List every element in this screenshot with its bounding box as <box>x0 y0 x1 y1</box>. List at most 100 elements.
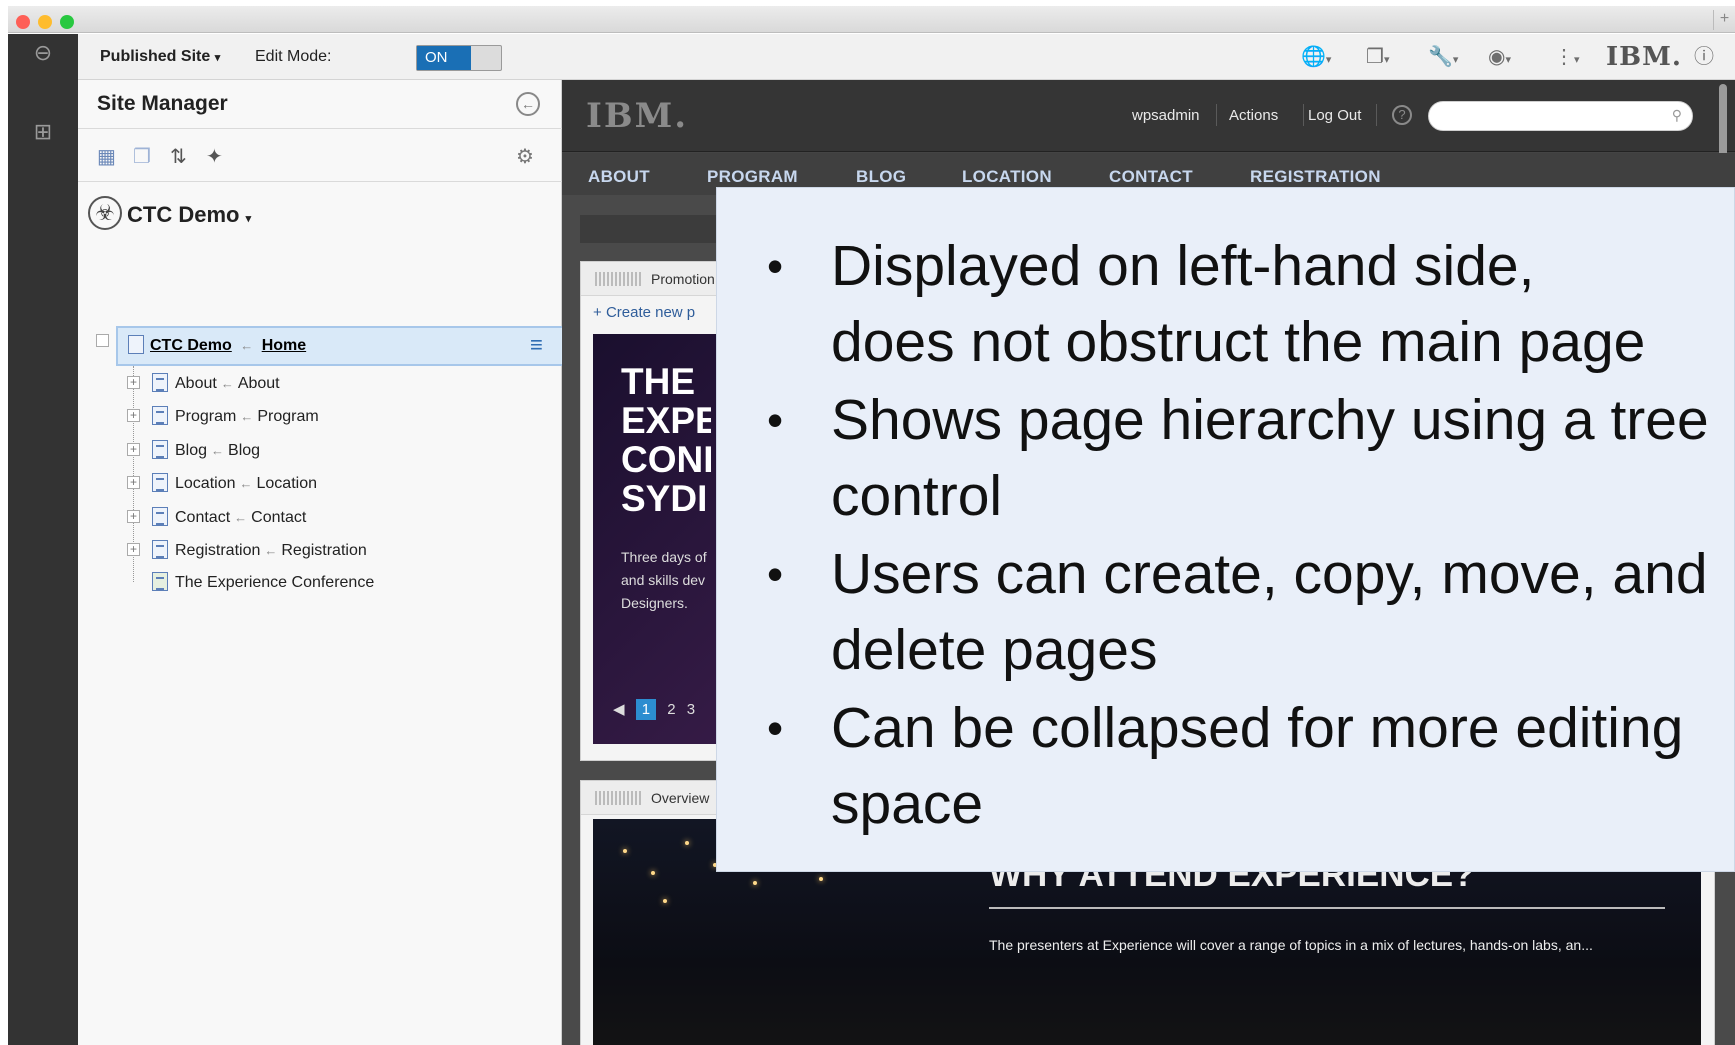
pager-item[interactable]: 3 <box>687 701 695 718</box>
carousel-pager: ◀ 1 2 3 <box>613 699 702 720</box>
pager-item[interactable]: 1 <box>635 699 657 720</box>
callout-bullet: Shows page hierarchy using a tree contro… <box>753 382 1734 534</box>
tree-item-experience-conference[interactable]: The Experience Conference <box>78 568 562 598</box>
site-manager-panel: Site Manager ← ▦ ❐ ⇅ ✦ ⚙ ☣ CTC Demo ▾ CT… <box>78 80 562 1045</box>
site-globe-icon: ☣ <box>88 196 122 230</box>
page-icon <box>152 507 168 526</box>
expand-icon[interactable]: + <box>127 443 140 456</box>
nav-location[interactable]: LOCATION <box>962 167 1052 187</box>
pages-icon[interactable]: ❐▾ <box>1366 44 1389 70</box>
chevron-down-icon: ▾ <box>214 52 221 64</box>
new-tab-button[interactable]: + <box>1713 10 1735 30</box>
collapse-panel-icon[interactable]: ← <box>516 92 540 116</box>
drag-handle-icon[interactable] <box>595 791 643 805</box>
ibm-logo: IBM. <box>1606 42 1682 72</box>
page-icon <box>152 406 168 425</box>
preview-search-input[interactable]: ⚲ <box>1428 101 1693 131</box>
wrench-icon[interactable]: 🔧▾ <box>1428 44 1458 70</box>
hero-title: THE EXPE CONI SYDI <box>621 362 711 518</box>
expand-icon[interactable]: + <box>127 409 140 422</box>
hero-subtitle: Three days of and skills dev Designers. <box>621 549 707 611</box>
arrow-left-icon: ← <box>240 338 254 353</box>
menu-icon[interactable]: ≡ <box>530 334 543 356</box>
pager-item[interactable]: 2 <box>667 701 675 718</box>
new-page-icon[interactable]: ▦ <box>97 144 116 169</box>
tree-item-label: Contact ← Contact <box>175 509 307 526</box>
page-icon <box>152 540 168 559</box>
tree-item-home[interactable]: CTC Demo ← Home ≡ <box>96 326 562 366</box>
edit-mode-state: ON <box>417 46 471 70</box>
tree-item-label: Location ← Location <box>175 475 317 492</box>
portlet-title: Overview <box>651 790 710 806</box>
edit-mode-label: Edit Mode: <box>255 48 332 65</box>
expand-icon[interactable]: + <box>127 376 140 389</box>
tree-item-label: About ← About <box>175 375 280 392</box>
nav-program[interactable]: PROGRAM <box>707 167 798 187</box>
back-circle-icon[interactable]: ⊖ <box>30 41 56 67</box>
heading-rule <box>989 907 1665 909</box>
move-page-icon[interactable]: ⇅ <box>170 144 187 169</box>
preview-ibm-logo: IBM. <box>586 96 689 136</box>
city-light <box>753 881 757 885</box>
site-name-dropdown[interactable]: CTC Demo ▾ <box>127 202 251 228</box>
callout-bullet: Users can create, copy, move, and delete… <box>753 536 1734 688</box>
page-icon <box>152 440 168 459</box>
collapse-tree-icon[interactable] <box>96 334 109 347</box>
divider <box>1303 104 1304 126</box>
nav-about[interactable]: ABOUT <box>588 167 650 187</box>
copy-page-icon[interactable]: ❐ <box>133 144 151 169</box>
plus-icon: + <box>593 304 602 321</box>
nav-blog[interactable]: BLOG <box>856 167 906 187</box>
tree-item-blog[interactable]: + Blog ← Blog <box>78 436 562 466</box>
tree-item-program[interactable]: + Program ← Program <box>78 402 562 432</box>
edit-mode-toggle[interactable]: ON <box>416 45 502 71</box>
expand-icon[interactable]: + <box>127 476 140 489</box>
add-child-icon[interactable]: ✦ <box>206 144 223 169</box>
settings-icon[interactable]: ⚙ <box>516 144 534 169</box>
globe-icon[interactable]: 🌐▾ <box>1301 44 1331 70</box>
expand-icon[interactable]: + <box>127 510 140 523</box>
page-target-link[interactable]: Home <box>262 337 306 354</box>
tree-item-label: Program ← Program <box>175 408 319 425</box>
tree-item-label: CTC Demo ← Home <box>150 337 306 355</box>
user-link[interactable]: wpsadmin <box>1132 107 1200 124</box>
add-panel-icon[interactable]: ⊞ <box>30 120 56 146</box>
divider <box>1216 104 1217 126</box>
preview-header: IBM. wpsadmin Actions Log Out ? ⚲ <box>562 80 1735 194</box>
logout-link[interactable]: Log Out <box>1308 107 1361 124</box>
page-title-link[interactable]: CTC Demo <box>150 337 232 354</box>
divider <box>78 128 562 129</box>
prev-arrow-icon[interactable]: ◀ <box>613 700 625 718</box>
more-icon[interactable]: ⋮▾ <box>1554 44 1580 70</box>
info-icon[interactable]: ⓘ <box>1694 44 1714 70</box>
tree-item-about[interactable]: + About ← About <box>78 369 562 399</box>
minimize-window-button[interactable] <box>38 15 52 29</box>
create-new-link[interactable]: + Create new p <box>593 304 695 321</box>
divider <box>78 181 562 182</box>
close-window-button[interactable] <box>16 15 30 29</box>
nav-registration[interactable]: REGISTRATION <box>1250 167 1381 187</box>
site-selector-dropdown[interactable]: Published Site ▾ <box>100 48 220 66</box>
eye-icon[interactable]: ◉▾ <box>1488 44 1511 70</box>
site-selector-label: Published Site <box>100 48 211 65</box>
nav-contact[interactable]: CONTACT <box>1109 167 1193 187</box>
site-manager-title: Site Manager <box>97 92 228 115</box>
expand-icon[interactable]: + <box>127 543 140 556</box>
tree-item-location[interactable]: + Location ← Location <box>78 469 562 499</box>
tree-item-label: Registration ← Registration <box>175 542 367 559</box>
zoom-window-button[interactable] <box>60 15 74 29</box>
tree-item-label: The Experience Conference <box>175 574 375 591</box>
help-icon[interactable]: ? <box>1392 105 1412 125</box>
overview-text: The presenters at Experience will cover … <box>989 937 1593 953</box>
drag-handle-icon[interactable] <box>595 272 643 286</box>
tree-item-contact[interactable]: + Contact ← Contact <box>78 503 562 533</box>
divider <box>1376 104 1377 126</box>
chevron-down-icon: ▾ <box>245 213 252 225</box>
city-light <box>623 849 627 853</box>
page-icon <box>128 335 144 354</box>
callout-bullet: Can be collapsed for more editing space <box>753 690 1734 842</box>
search-icon[interactable]: ⚲ <box>1672 107 1682 124</box>
tree-item-registration[interactable]: + Registration ← Registration <box>78 536 562 566</box>
left-rail: ⊖ ⊞ <box>8 34 78 1045</box>
actions-link[interactable]: Actions <box>1229 107 1278 124</box>
